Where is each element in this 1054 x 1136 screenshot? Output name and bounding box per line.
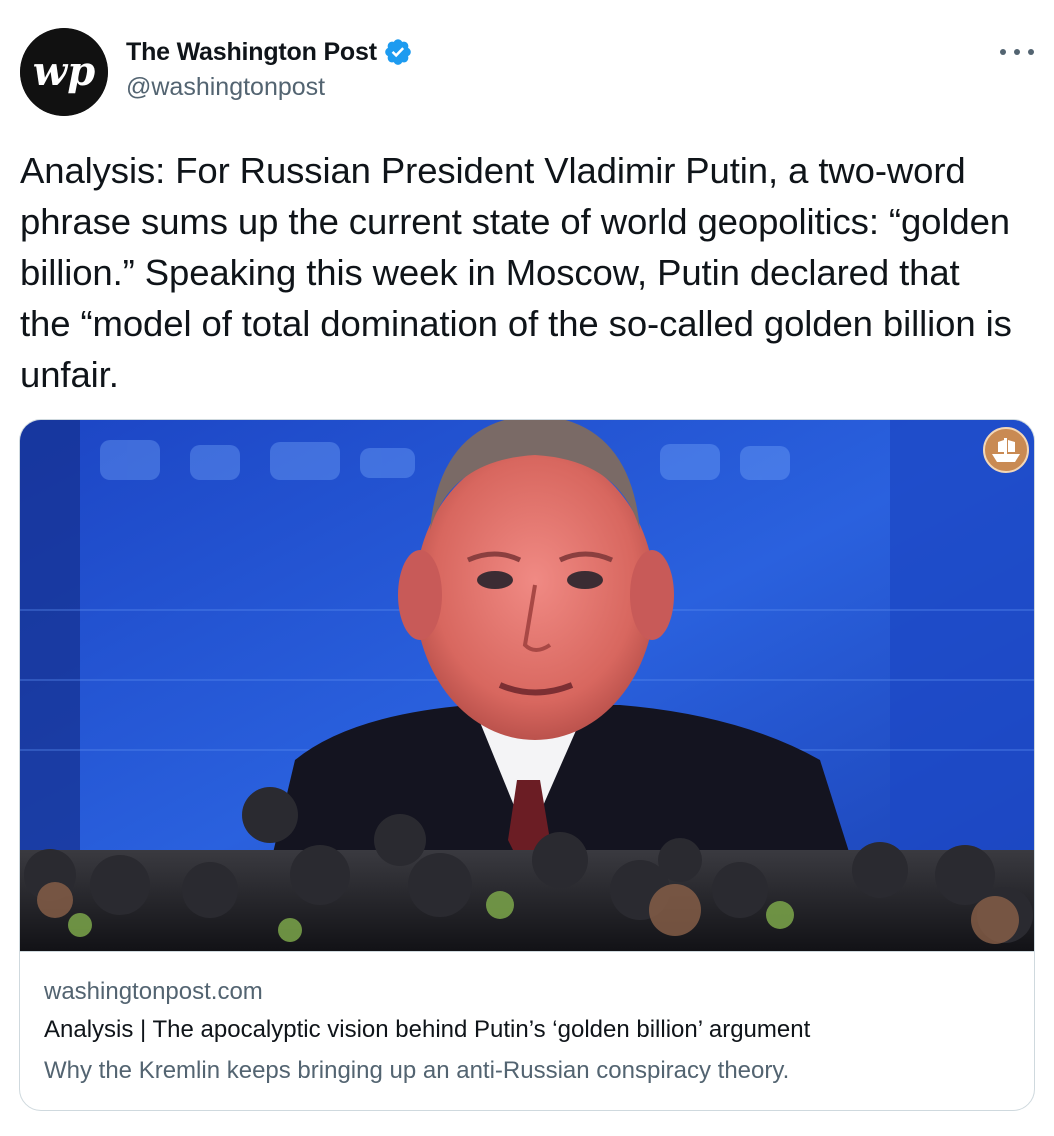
forum-ship-logo-icon [983,427,1029,473]
author-avatar[interactable]: wp [20,28,108,116]
verified-badge-icon [383,37,413,67]
tweet: wp The Washington Post @washingtonpost A… [0,0,1054,1136]
tweet-text: Analysis: For Russian President Vladimir… [20,150,1012,395]
ellipsis-dot-icon [1000,49,1006,55]
ellipsis-dot-icon [1014,49,1020,55]
ellipsis-dot-icon [1028,49,1034,55]
card-domain: washingtonpost.com [44,978,263,1005]
link-card[interactable]: washingtonpost.com Analysis | The apocal… [19,419,1035,1111]
card-image[interactable] [20,420,1034,952]
author-name-row: The Washington Post [126,36,413,68]
author-display-name[interactable]: The Washington Post [126,38,377,67]
washington-post-logo-icon: wp [20,28,108,116]
more-options-button[interactable] [1000,40,1034,64]
svg-text:wp: wp [33,48,95,95]
card-description: Why the Kremlin keeps bringing up an ant… [44,1057,790,1084]
card-title: Analysis | The apocalyptic vision behind… [44,1016,811,1043]
putin-speech-photo [20,420,1034,951]
author-handle[interactable]: @washingtonpost [126,73,325,102]
